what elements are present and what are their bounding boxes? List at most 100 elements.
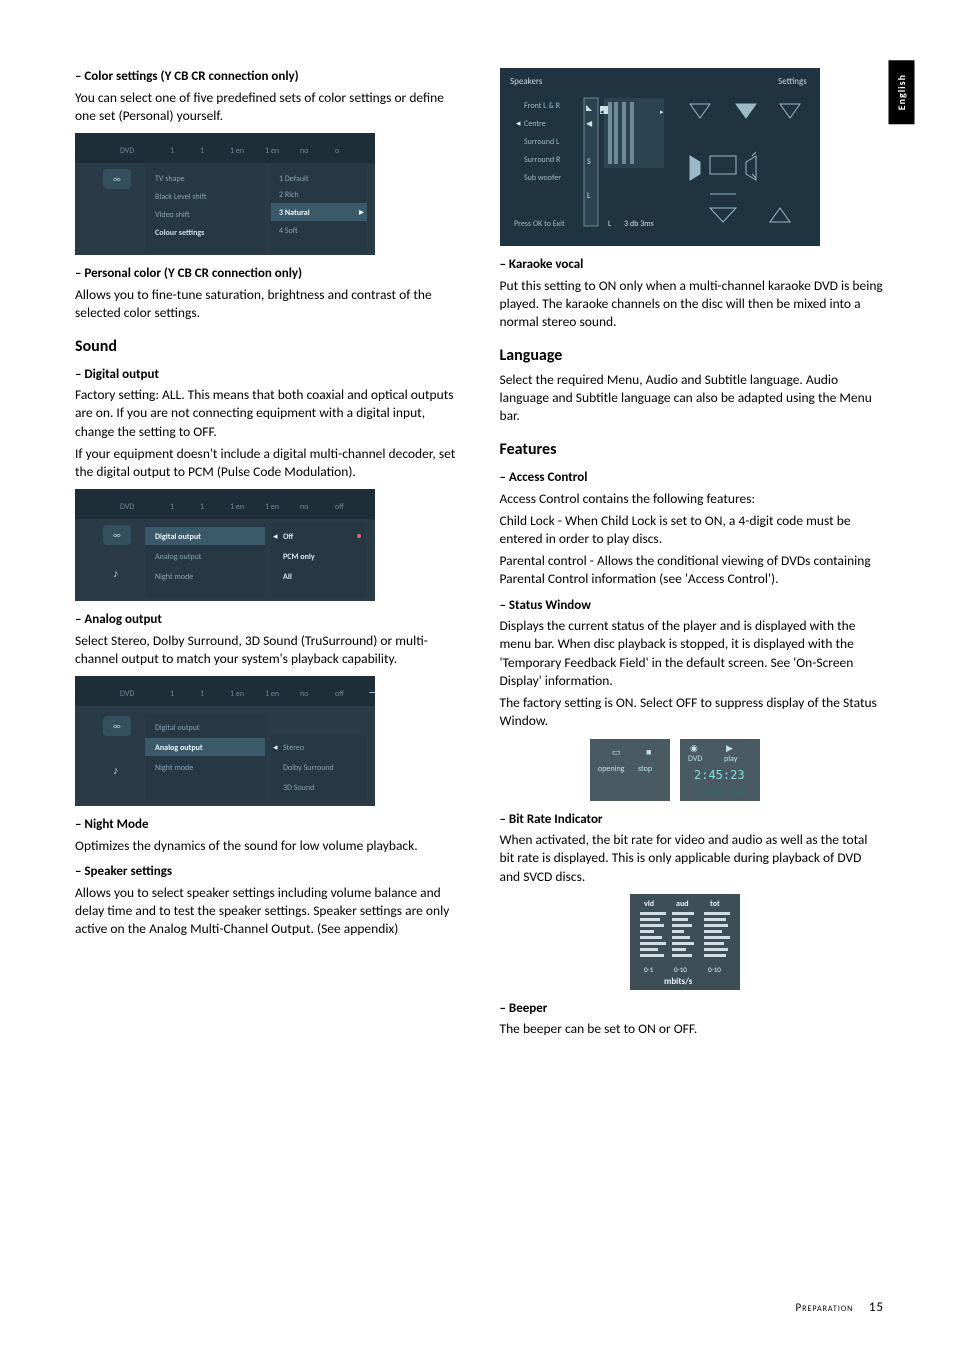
svg-text:♪: ♪ (113, 567, 119, 580)
svg-text:◂: ◂ (273, 531, 278, 542)
svg-text:3 db 3ms: 3 db 3ms (624, 219, 654, 229)
svg-text:3D Sound: 3D Sound (283, 783, 314, 793)
svg-text:mbits/s: mbits/s (664, 976, 693, 987)
svg-text:Black Level shift: Black Level shift (155, 192, 206, 202)
text-status-1: Displays the current status of the playe… (500, 617, 885, 690)
svg-text:◀: ◀ (586, 119, 593, 129)
svg-text:1 en: 1 en (265, 502, 279, 512)
svg-text:vid: vid (644, 899, 654, 909)
figure-color-menu: DVD 1 1 1 en 1 en no o ∞ TV shape Black … (75, 133, 375, 255)
svg-text:▸: ▸ (660, 107, 664, 116)
svg-text:DVD: DVD (120, 689, 134, 699)
svg-text:∞: ∞ (113, 721, 121, 732)
svg-text:All: All (283, 572, 292, 582)
svg-text:Night mode: Night mode (155, 763, 193, 773)
svg-text:Off: Off (283, 532, 293, 542)
svg-text:stop: stop (638, 764, 652, 774)
svg-text:1 en: 1 en (230, 146, 244, 156)
svg-text:◉: ◉ (690, 743, 698, 754)
svg-text:1 en: 1 en (230, 502, 244, 512)
svg-text:0-10: 0-10 (708, 965, 721, 974)
svg-text:▭: ▭ (612, 747, 621, 758)
figure-status-window: opening stop ▭ ■ DVD play ◉ ▶ 2:45:23 0:… (590, 739, 770, 801)
right-column: Speakers Settings Front L & R Centre Sur… (500, 60, 885, 1043)
svg-text:PCM only: PCM only (283, 552, 315, 562)
text-speaker-settings: Allows you to select speaker settings in… (75, 884, 460, 939)
svg-text:aud: aud (676, 899, 689, 909)
svg-text:no: no (300, 502, 308, 512)
page-footer: Preparation 15 (795, 1299, 884, 1317)
text-karaoke-vocal: Put this setting to ON only when a multi… (500, 277, 885, 332)
svg-text:1 en: 1 en (265, 689, 279, 699)
svg-text:Stereo: Stereo (283, 743, 304, 753)
heading-analog-output: – Analog output (75, 611, 460, 629)
svg-text:Video shift: Video shift (155, 210, 190, 220)
heading-sound: Sound (75, 336, 460, 358)
text-access-1: Access Control contains the following fe… (500, 490, 885, 508)
heading-karaoke-vocal: – Karaoke vocal (500, 256, 885, 274)
svg-text:◂: ◂ (516, 118, 521, 129)
text-status-2: The factory setting is ON. Select OFF to… (500, 694, 885, 730)
svg-text:∞: ∞ (113, 174, 121, 185)
footer-section-label: Preparation (795, 1301, 853, 1314)
figure-digital-menu: DVD 1 1 1 en 1 en no off ∞ ♪ Digital out… (75, 489, 375, 601)
svg-text:DVD: DVD (688, 754, 702, 764)
heading-digital-output: – Digital output (75, 366, 460, 384)
svg-text:no: no (300, 146, 308, 156)
heading-night-mode: – Night Mode (75, 816, 460, 834)
text-bit-rate: When activated, the bit rate for video a… (500, 831, 885, 886)
svg-text:1 en: 1 en (230, 689, 244, 699)
figure-bit-rate: vid aud tot 0-1 0-10 0-1 (630, 894, 740, 990)
svg-text:0:00:34: 0:00:34 (694, 784, 745, 798)
svg-text:play: play (724, 754, 738, 764)
svg-text:off: off (335, 689, 344, 699)
heading-status-window: – Status Window (500, 597, 885, 615)
svg-text:0-1: 0-1 (644, 965, 654, 974)
svg-text:Surround L: Surround L (524, 137, 560, 147)
heading-speaker-settings: – Speaker settings (75, 863, 460, 881)
svg-text:Front L & R: Front L & R (524, 101, 561, 111)
figure-speakers: Speakers Settings Front L & R Centre Sur… (500, 68, 820, 246)
figure-analog-menu: DVD 1 1 1 en 1 en no off → ∞ ♪ Digital o… (75, 676, 375, 806)
svg-text:1: 1 (200, 689, 204, 699)
svg-text:opening: opening (598, 764, 625, 774)
text-night-mode: Optimizes the dynamics of the sound for … (75, 837, 460, 855)
left-column: – Color settings (Y CB CR connection onl… (75, 60, 460, 1043)
svg-text:Analog output: Analog output (155, 743, 203, 753)
text-analog-output: Select Stereo, Dolby Surround, 3D Sound … (75, 632, 460, 668)
text-language: Select the required Menu, Audio and Subt… (500, 371, 885, 426)
text-access-3: Parental control - Allows the conditiona… (500, 552, 885, 588)
svg-text:▸: ▸ (359, 205, 364, 218)
svg-text:tot: tot (710, 899, 720, 909)
svg-text:Speakers: Speakers (510, 76, 543, 87)
heading-features: Features (500, 439, 885, 461)
svg-text:o: o (335, 146, 339, 156)
heading-bit-rate: – Bit Rate Indicator (500, 811, 885, 829)
svg-text:no: no (300, 689, 308, 699)
svg-text:2:45:23: 2:45:23 (694, 768, 745, 782)
svg-text:∞: ∞ (113, 530, 121, 541)
text-personal-color: Allows you to fine-tune saturation, brig… (75, 286, 460, 322)
svg-text:off: off (335, 502, 344, 512)
svg-text:1 Default: 1 Default (279, 174, 309, 184)
svg-text:Surround R: Surround R (524, 155, 561, 165)
svg-text:S: S (587, 157, 591, 167)
svg-text:Sub woofer: Sub woofer (524, 173, 561, 183)
heading-language: Language (500, 345, 885, 367)
svg-text:→: → (369, 686, 375, 700)
text-beeper: The beeper can be set to ON or OFF. (500, 1020, 885, 1038)
svg-text:■: ■ (646, 747, 651, 758)
language-tab: English (889, 60, 915, 124)
svg-text:0-10: 0-10 (674, 965, 687, 974)
svg-text:DVD: DVD (120, 502, 134, 512)
svg-text:Analog output: Analog output (155, 552, 202, 562)
svg-text:3 Natural: 3 Natural (279, 208, 310, 218)
svg-text:2 Rich: 2 Rich (279, 190, 299, 200)
text-digital-output-1: Factory setting: ALL. This means that bo… (75, 386, 460, 441)
svg-text:Centre: Centre (524, 119, 546, 129)
svg-text:1: 1 (170, 146, 174, 156)
svg-text:♪: ♪ (113, 764, 119, 777)
svg-text:1 en: 1 en (265, 146, 279, 156)
heading-beeper: – Beeper (500, 1000, 885, 1018)
svg-text:Digital output: Digital output (155, 532, 201, 542)
